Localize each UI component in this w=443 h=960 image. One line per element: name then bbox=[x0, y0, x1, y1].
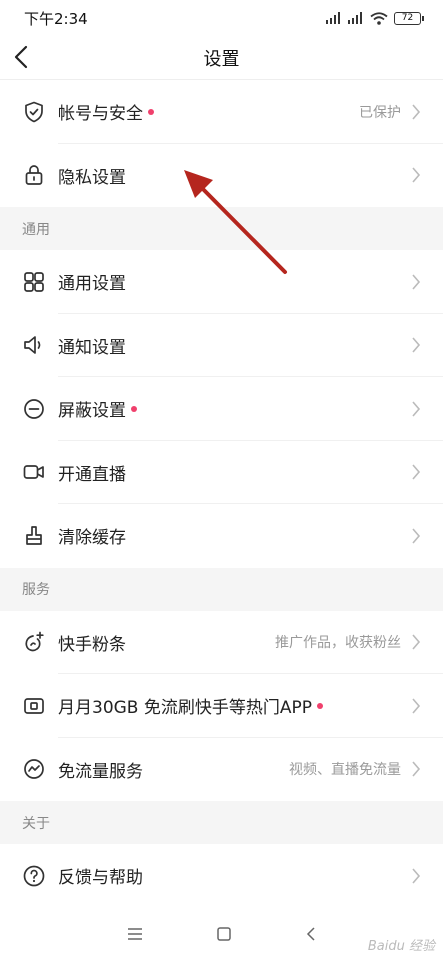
chevron-right-icon bbox=[412, 274, 421, 290]
settings-row-general[interactable]: 通用设置 bbox=[0, 250, 443, 314]
row-label: 快手粉条 bbox=[58, 634, 126, 655]
settings-row-clear-cache[interactable]: 清除缓存 bbox=[0, 504, 443, 568]
wifi-icon bbox=[370, 11, 388, 25]
row-label: 屏蔽设置 bbox=[58, 401, 126, 422]
row-value: 推广作品，收获粉丝 bbox=[275, 635, 401, 652]
notification-dot bbox=[131, 405, 137, 412]
notification-dot bbox=[317, 702, 324, 709]
chevron-right-icon bbox=[412, 528, 421, 544]
settings-row-account-security[interactable]: 帐号与安全 已保护 bbox=[0, 80, 443, 144]
chevron-right-icon bbox=[412, 401, 421, 417]
watermark: Baidu 经验 bbox=[367, 939, 435, 954]
speaker-icon bbox=[24, 336, 41, 355]
home-icon[interactable] bbox=[216, 926, 232, 942]
settings-row-privacy[interactable]: 隐私设置 bbox=[0, 143, 443, 207]
nav-bar: 设置 bbox=[0, 36, 443, 80]
menu-icon[interactable] bbox=[127, 927, 143, 941]
status-time: 下午2:34 bbox=[24, 9, 88, 28]
page-title: 设置 bbox=[203, 48, 240, 70]
help-circle-icon bbox=[23, 865, 45, 887]
chevron-right-icon bbox=[412, 634, 421, 650]
row-label: 帐号与安全 bbox=[58, 104, 143, 125]
activity-circle-icon bbox=[24, 759, 44, 780]
row-label: 通知设置 bbox=[58, 337, 126, 358]
shield-check-icon bbox=[25, 101, 43, 123]
chevron-right-icon bbox=[412, 464, 421, 480]
signal-icon bbox=[326, 12, 340, 24]
rocket-plus-icon bbox=[25, 631, 44, 652]
battery-icon: 72 bbox=[394, 11, 424, 25]
row-label: 通用设置 bbox=[58, 274, 126, 295]
section-header-services: 服务 bbox=[0, 567, 443, 611]
notification-dot bbox=[148, 108, 154, 115]
back-button[interactable] bbox=[10, 42, 38, 72]
lock-icon bbox=[25, 165, 43, 186]
status-icons: 72 bbox=[326, 11, 424, 25]
back-arrow-icon bbox=[14, 45, 28, 69]
chevron-right-icon bbox=[412, 761, 421, 777]
back-nav-icon[interactable] bbox=[305, 926, 317, 942]
row-value: 视频、直播免流量 bbox=[289, 762, 401, 779]
status-bar: 下午2:34 72 bbox=[0, 0, 443, 36]
row-label: 免流量服务 bbox=[58, 761, 143, 782]
section-header-about: 关于 bbox=[0, 801, 443, 844]
section-header-general: 通用 bbox=[0, 207, 443, 250]
minus-circle-icon bbox=[24, 398, 44, 419]
row-label: 清除缓存 bbox=[58, 528, 126, 549]
broom-icon bbox=[26, 525, 42, 545]
row-label: 反馈与帮助 bbox=[58, 868, 143, 889]
chevron-right-icon bbox=[412, 698, 421, 714]
row-label: 隐私设置 bbox=[58, 167, 126, 188]
row-label: 月月30GB 免流刷快手等热门APP bbox=[58, 698, 313, 719]
row-label: 开通直播 bbox=[58, 464, 126, 485]
settings-row-block[interactable]: 屏蔽设置 bbox=[0, 377, 443, 441]
chevron-right-icon bbox=[412, 167, 421, 183]
signal-icon bbox=[348, 12, 362, 24]
video-camera-icon bbox=[23, 465, 44, 480]
settings-row-free-data-promo[interactable]: 月月30GB 免流刷快手等热门APP bbox=[0, 674, 443, 738]
settings-row-live[interactable]: 开通直播 bbox=[0, 440, 443, 504]
settings-row-free-data-service[interactable]: 免流量服务 视频、直播免流量 bbox=[0, 737, 443, 801]
sim-card-icon bbox=[24, 697, 44, 714]
settings-row-notifications[interactable]: 通知设置 bbox=[0, 313, 443, 377]
settings-row-fan-promotion[interactable]: 快手粉条 推广作品，收获粉丝 bbox=[0, 610, 443, 674]
chevron-right-icon bbox=[412, 337, 421, 353]
chevron-right-icon bbox=[412, 868, 421, 884]
chevron-right-icon bbox=[412, 104, 421, 120]
grid-icon bbox=[24, 271, 44, 292]
row-value: 已保护 bbox=[359, 104, 401, 121]
settings-row-feedback[interactable]: 反馈与帮助 bbox=[0, 844, 443, 908]
